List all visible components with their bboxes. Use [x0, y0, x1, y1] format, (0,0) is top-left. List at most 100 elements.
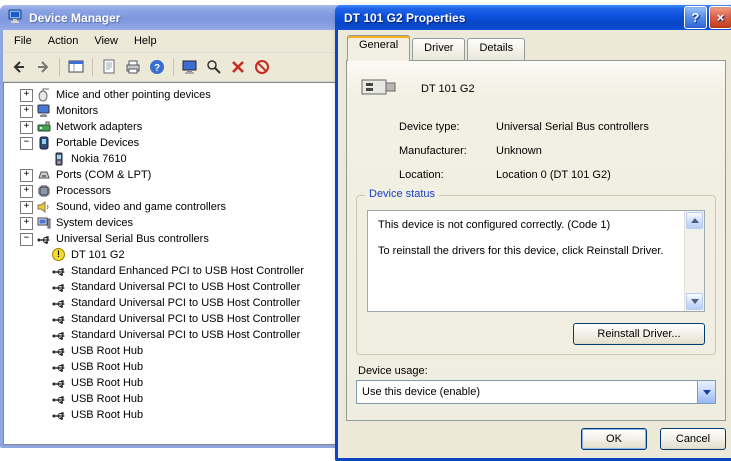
- combobox-dropdown-button[interactable]: [697, 381, 715, 403]
- device-manager-icon: [8, 8, 24, 27]
- processor-icon: [37, 184, 51, 198]
- device-usage-combobox[interactable]: Use this device (enable): [356, 380, 716, 404]
- menu-item-file[interactable]: File: [6, 32, 40, 50]
- tree-item-label: Nokia 7610: [71, 153, 127, 165]
- tree-item-label: USB Root Hub: [71, 377, 144, 389]
- phone-icon: [52, 152, 66, 166]
- menu-item-view[interactable]: View: [86, 32, 126, 50]
- status-line: This device is not configured correctly.…: [378, 219, 611, 231]
- tree-item-label: Standard Universal PCI to USB Host Contr…: [71, 329, 301, 341]
- usb-icon: [52, 296, 66, 310]
- tree-item-label: Standard Universal PCI to USB Host Contr…: [71, 281, 301, 293]
- device-field: Manufacturer: Unknown: [399, 145, 715, 157]
- monitor-icon: [37, 104, 51, 118]
- usb-icon: [52, 280, 66, 294]
- device-fields: Device type: Universal Serial Bus control…: [399, 121, 715, 193]
- collapse-icon[interactable]: −: [20, 232, 33, 246]
- tree-item-label: Processors: [56, 185, 112, 197]
- tree-item-label: Network adapters: [56, 121, 143, 133]
- toolbar-separator: [59, 58, 60, 76]
- tree-item-label: USB Root Hub: [71, 361, 144, 373]
- usb-icon: [52, 328, 66, 342]
- tree-item-label: Ports (COM & LPT): [56, 169, 152, 181]
- tree-item-label: DT 101 G2: [71, 249, 125, 261]
- console-window-icon[interactable]: [65, 56, 87, 78]
- device-name: DT 101 G2: [421, 83, 475, 95]
- tree-item-label: Monitors: [56, 105, 99, 117]
- tree-item-label: USB Root Hub: [71, 393, 144, 405]
- usb-icon: [37, 232, 51, 246]
- menu-item-action[interactable]: Action: [40, 32, 87, 50]
- properties-icon[interactable]: [98, 56, 120, 78]
- warning-icon: !: [52, 248, 65, 261]
- device-status-group: Device status This device is not configu…: [356, 188, 716, 355]
- scan-hardware-icon[interactable]: [203, 56, 225, 78]
- tab-general[interactable]: General: [347, 35, 411, 61]
- field-label: Manufacturer:: [399, 145, 467, 157]
- dialog-buttons: OK Cancel: [581, 428, 726, 450]
- close-button[interactable]: ×: [709, 6, 731, 29]
- usb-icon: [52, 264, 66, 278]
- tree-item-label: Standard Universal PCI to USB Host Contr…: [71, 297, 301, 309]
- cancel-button[interactable]: Cancel: [660, 428, 726, 450]
- device-status-text: This device is not configured correctly.…: [368, 211, 704, 258]
- tab-details[interactable]: Details: [467, 38, 526, 60]
- expand-icon[interactable]: +: [20, 104, 33, 118]
- expand-icon[interactable]: +: [20, 216, 33, 230]
- field-value: Universal Serial Bus controllers: [496, 121, 649, 133]
- back-icon[interactable]: [8, 56, 30, 78]
- uninstall-icon[interactable]: [227, 56, 249, 78]
- dialog-title: DT 101 G2 Properties: [344, 10, 466, 25]
- network-icon: [37, 120, 51, 134]
- mouse-icon: [37, 88, 51, 102]
- field-label: Location:: [399, 169, 444, 181]
- usb-icon: [52, 376, 66, 390]
- device-usage-label: Device usage:: [358, 365, 428, 377]
- toolbar-separator: [92, 58, 93, 76]
- help-icon[interactable]: ?: [146, 56, 168, 78]
- usb-icon: [52, 344, 66, 358]
- device-status-box: This device is not configured correctly.…: [367, 210, 705, 312]
- tree-item-label: USB Root Hub: [71, 345, 144, 357]
- device-usage-value: Use this device (enable): [362, 386, 481, 398]
- sound-icon: [37, 200, 51, 214]
- scrollbar-down-icon[interactable]: [686, 293, 703, 310]
- usb-icon: !: [52, 248, 66, 262]
- tree-item-label: Portable Devices: [56, 137, 140, 149]
- print-icon[interactable]: [122, 56, 144, 78]
- usb-icon: [52, 392, 66, 406]
- expand-icon[interactable]: +: [20, 200, 33, 214]
- tab-driver[interactable]: Driver: [412, 38, 466, 60]
- tree-item-label: USB Root Hub: [71, 409, 144, 421]
- collapse-icon[interactable]: −: [20, 136, 33, 150]
- usb-icon: [52, 408, 66, 422]
- disable-icon[interactable]: [251, 56, 273, 78]
- update-driver-icon[interactable]: [179, 56, 201, 78]
- expand-icon[interactable]: +: [20, 88, 33, 102]
- tree-item-label: Sound, video and game controllers: [56, 201, 226, 213]
- usb-device-icon: [361, 73, 401, 104]
- forward-icon[interactable]: [32, 56, 54, 78]
- tree-item-label: System devices: [56, 217, 134, 229]
- help-button[interactable]: ?: [684, 6, 707, 29]
- ports-icon: [37, 168, 51, 182]
- device-field: Location: Location 0 (DT 101 G2): [399, 169, 715, 181]
- status-scrollbar[interactable]: [684, 211, 704, 311]
- menu-item-help[interactable]: Help: [126, 32, 165, 50]
- tab-strip: General Driver Details: [347, 35, 527, 61]
- tree-item-label: Mice and other pointing devices: [56, 89, 211, 101]
- scrollbar-up-icon[interactable]: [686, 212, 703, 229]
- reinstall-driver-button[interactable]: Reinstall Driver...: [573, 323, 705, 345]
- device-status-legend: Device status: [365, 188, 440, 200]
- toolbar-separator: [173, 58, 174, 76]
- expand-icon[interactable]: +: [20, 184, 33, 198]
- ok-button[interactable]: OK: [581, 428, 647, 450]
- system-icon: [37, 216, 51, 230]
- general-tab-pane: DT 101 G2 Device type: Universal Serial B…: [346, 60, 726, 421]
- expand-icon[interactable]: +: [20, 168, 33, 182]
- tree-item-label: Standard Enhanced PCI to USB Host Contro…: [71, 265, 304, 277]
- usb-icon: [52, 312, 66, 326]
- dialog-titlebar[interactable]: DT 101 G2 Properties ? ×: [335, 5, 731, 30]
- expand-icon[interactable]: +: [20, 120, 33, 134]
- device-manager-title: Device Manager: [29, 10, 121, 25]
